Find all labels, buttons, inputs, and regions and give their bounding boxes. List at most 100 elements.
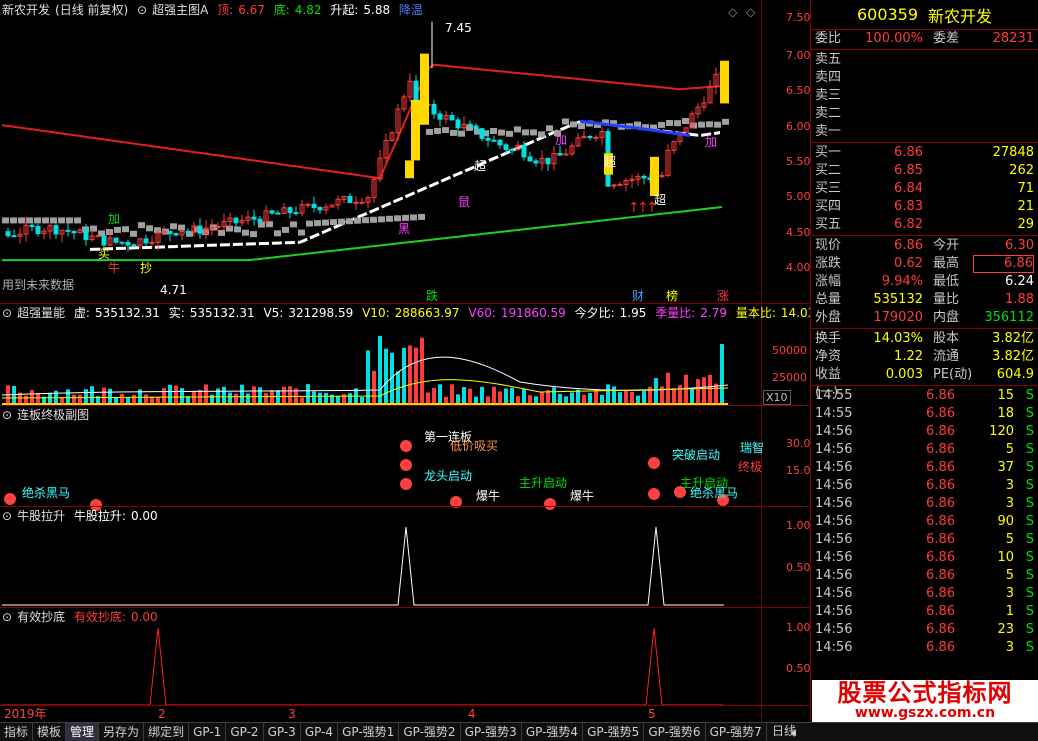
tick-time: 14:56 <box>815 532 853 547</box>
axis-ng-1: 0.50 <box>786 561 811 574</box>
buy-row[interactable]: 买五 6.82 29 <box>811 216 1038 234</box>
candle-body <box>617 183 623 186</box>
volume-dropdown-icon[interactable]: ⊙ <box>2 306 12 320</box>
buy-row[interactable]: 买一 6.86 27848 <box>811 144 1038 162</box>
buy-label: 买一 <box>815 145 842 160</box>
stat-row-label-b: 量比 <box>933 292 960 307</box>
bottom-tab-11[interactable]: GP-强势3 <box>461 722 522 741</box>
indicator-name[interactable]: 超强主图A <box>152 3 208 17</box>
bottom-tab-0[interactable]: 指标 <box>0 722 34 741</box>
sell-row[interactable]: 卖一 <box>811 123 1038 141</box>
ribbon-block <box>530 129 537 136</box>
chart-area[interactable]: ↑ ↑ ↑ 新农开发 (日线 前复权) ⊙ 超强主图A 顶: 6.67 底: 4.82 升起… <box>0 0 848 722</box>
bottom-tab-5[interactable]: GP-1 <box>189 722 227 741</box>
top-value: 6.67 <box>238 3 265 17</box>
bottom-tab-1[interactable]: 模板 <box>33 722 67 741</box>
watermark-url: www.gszx.com.cn <box>854 705 996 721</box>
tick-time: 14:56 <box>815 604 853 619</box>
tick-price: 6.86 <box>926 388 955 403</box>
jl-label: 季量比: <box>655 306 696 320</box>
axis-cd-0: 1.00 <box>786 621 811 634</box>
ribbon-block <box>2 217 9 224</box>
fin-row: 净资 1.22 流通 3.82亿 <box>811 348 1038 366</box>
sell-label: 卖二 <box>815 106 842 121</box>
bottom-tab-8[interactable]: GP-4 <box>301 722 339 741</box>
volume-bar <box>120 393 124 404</box>
volume-bar <box>348 393 352 404</box>
tick-price: 6.86 <box>926 424 955 439</box>
bottom-tab-6[interactable]: GP-2 <box>226 722 264 741</box>
date-label-feb: 2 <box>158 707 166 721</box>
volume-indicator-name[interactable]: 超强量能 <box>17 306 65 320</box>
buy-price: 6.86 <box>894 145 923 160</box>
volume-bar <box>456 394 460 404</box>
ribbon-block <box>74 217 81 224</box>
chaodi-indicator-name[interactable]: 有效抄底 <box>17 610 65 624</box>
buy-row[interactable]: 买二 6.85 262 <box>811 162 1038 180</box>
axis-ng-0: 1.00 <box>786 519 811 532</box>
dropdown-icon[interactable]: ⊙ <box>137 3 147 17</box>
lianban-dropdown-icon[interactable]: ⊙ <box>2 408 12 422</box>
volume-bar <box>600 394 604 404</box>
buy-row[interactable]: 买四 6.83 21 <box>811 198 1038 216</box>
niugu-indicator-name[interactable]: 牛股拉升 <box>17 509 65 523</box>
candle-body <box>359 201 365 204</box>
volume-bar <box>312 391 316 404</box>
limit-up-bar <box>405 160 414 179</box>
bottom-tab-10[interactable]: GP-强势2 <box>399 722 461 741</box>
axis-price-0: 7.50 <box>786 11 811 24</box>
lianban-indicator-name[interactable]: 连板终极副图 <box>17 408 89 422</box>
scroll-left-icon[interactable]: ◂ <box>790 726 796 739</box>
candle-body <box>143 238 149 244</box>
bottom-tab-15[interactable]: GP-强势7 <box>706 722 767 741</box>
sell-row[interactable]: 卖三 <box>811 87 1038 105</box>
sell-row[interactable]: 卖四 <box>811 69 1038 87</box>
ribbon-block <box>314 220 321 227</box>
ribbon-block <box>426 128 433 135</box>
candle-body <box>125 241 131 246</box>
signal-chao-2: 超 <box>604 155 617 169</box>
date-axis: 2019年 2 3 4 5 <box>0 706 762 722</box>
volume-bar <box>288 386 292 404</box>
bottom-tab-2[interactable]: 管理 <box>66 722 100 741</box>
ribbon-block <box>578 123 585 130</box>
stat-row-value-b: 356112 <box>984 310 1034 325</box>
separator <box>0 506 810 507</box>
expand-icon[interactable]: ◇ <box>746 6 755 19</box>
volume-bar <box>372 370 376 404</box>
bottom-tab-4[interactable]: 绑定到 <box>144 722 190 741</box>
signal-die: 跌 <box>426 289 439 303</box>
bottom-tab-9[interactable]: GP-强势1 <box>338 722 400 741</box>
buy-row[interactable]: 买三 6.84 71 <box>811 180 1038 198</box>
tick-volume: 3 <box>1005 586 1014 601</box>
tick-list[interactable]: 14:55 6.86 15 S 14:55 6.86 18 S 14:56 6.86 120 S 14:… <box>811 387 1038 657</box>
volume-bar <box>168 384 172 404</box>
volume-bar <box>306 384 310 404</box>
ribbon-block <box>146 225 153 232</box>
chaodi-dropdown-icon[interactable]: ⊙ <box>2 610 12 624</box>
tick-price: 6.86 <box>926 604 955 619</box>
signal-ball <box>400 478 412 490</box>
volume-bar <box>414 347 418 404</box>
volume-bar <box>48 392 52 404</box>
bottom-tab-12[interactable]: GP-强势4 <box>522 722 584 741</box>
signal-chao-3: 超 <box>654 193 667 207</box>
volume-bar <box>240 384 244 404</box>
niugu-title-row: ⊙ 牛股拉升 牛股拉升: 0.00 <box>2 508 163 524</box>
bottom-tab-3[interactable]: 另存为 <box>99 722 145 741</box>
label-zhusheng: 主升启动 <box>519 476 568 490</box>
fin-row: 收益(一) 0.003 PE(动) 604.9 <box>811 366 1038 400</box>
sell-book: 卖五 卖四 卖三 卖二卖一 <box>811 51 1038 141</box>
sell-row[interactable]: 卖二 <box>811 105 1038 123</box>
bottom-tab-13[interactable]: GP-强势5 <box>583 722 645 741</box>
bottom-tab-14[interactable]: GP-强势6 <box>644 722 706 741</box>
volume-bar <box>276 390 280 404</box>
candle-body <box>233 217 239 224</box>
tick-row: 14:56 6.86 3 S <box>811 477 1038 495</box>
niugu-dropdown-icon[interactable]: ⊙ <box>2 509 12 523</box>
volume-bar <box>708 374 712 404</box>
ribbon-block <box>234 226 241 233</box>
bottom-tab-7[interactable]: GP-3 <box>264 722 301 741</box>
diamond-icon[interactable]: ◇ <box>728 6 737 19</box>
sell-row[interactable]: 卖五 <box>811 51 1038 69</box>
